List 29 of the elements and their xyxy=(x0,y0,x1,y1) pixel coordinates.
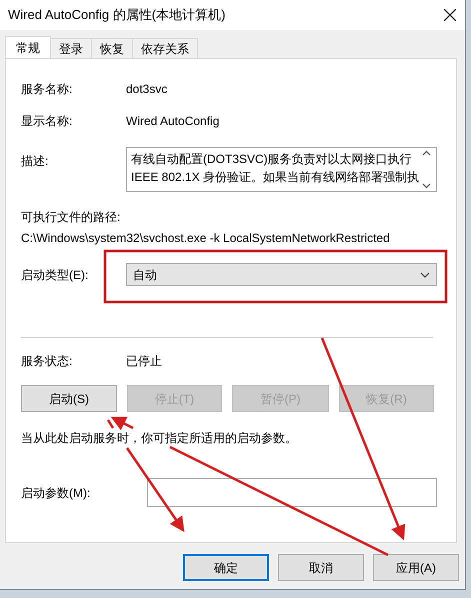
startup-type-dropdown[interactable]: 自动 xyxy=(126,263,437,286)
field-label: 服务名称: xyxy=(21,81,74,97)
chevron-down-icon[interactable] xyxy=(420,272,430,278)
description-line: IEEE 802.1X 身份验证。如果当前有线网络部署强制执 xyxy=(131,169,420,186)
scroll-down-icon[interactable] xyxy=(422,183,430,189)
field-label: 可执行文件的路径: xyxy=(21,209,120,225)
field-value: dot3svc xyxy=(126,81,168,97)
window-title: Wired AutoConfig 的属性(本地计算机) xyxy=(8,6,226,24)
field-label: 服务状态: xyxy=(21,353,74,369)
parameters-field[interactable] xyxy=(147,478,437,507)
field-value: Wired AutoConfig xyxy=(126,113,220,129)
dialog-button[interactable]: 取消 xyxy=(278,554,364,581)
field-label: 描述: xyxy=(21,153,50,169)
dialog-button[interactable]: 应用(A) xyxy=(373,554,459,581)
field-label: 启动类型(E): xyxy=(21,266,90,282)
tab[interactable]: 依存关系 xyxy=(132,38,198,58)
tab[interactable]: 恢复 xyxy=(91,38,133,58)
description-box[interactable]: 有线自动配置(DOT3SVC)服务负责对以太网接口执行 IEEE 802.1X 身份验证。如果当前有线网络部署强制执 xyxy=(126,147,437,192)
tab[interactable]: 常规 xyxy=(5,36,51,58)
close-icon[interactable] xyxy=(444,9,456,21)
hint-text: 当从此处启动服务时，你可指定所适用的启动参数。 xyxy=(21,430,297,446)
field-label: 启动参数(M): xyxy=(21,484,92,500)
dialog-button[interactable]: 确定 xyxy=(183,554,269,581)
field-label: 显示名称: xyxy=(21,113,74,129)
service-button[interactable]: 启动(S) xyxy=(21,385,117,412)
scroll-up-icon[interactable] xyxy=(422,150,430,156)
description-line: 有线自动配置(DOT3SVC)服务负责对以太网接口执行 xyxy=(131,151,413,168)
status-value: 已停止 xyxy=(126,353,162,369)
path-text: C:\Windows\system32\svchost.exe -k LocalSystemNetworkRestricted xyxy=(21,230,390,246)
